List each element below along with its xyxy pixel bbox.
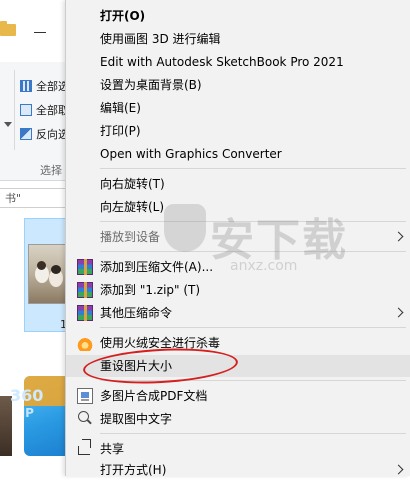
menu-item-label: 编辑(E) — [100, 101, 141, 115]
menu-item-huorong-scan[interactable]: 使用火绒安全进行杀毒 — [66, 332, 410, 354]
menu-item-label: 向左旋转(L) — [100, 200, 165, 214]
file-thumbnail — [28, 244, 70, 304]
text-extract-icon — [78, 411, 89, 422]
zip-icon-subtext: ZIP — [12, 406, 34, 420]
menu-item-merge-to-pdf[interactable]: 多图片合成PDF文档 — [66, 385, 410, 407]
menu-item-edit-paint3d[interactable]: 使用画图 3D 进行编辑 — [66, 28, 410, 50]
select-all-button[interactable]: 全部选 — [20, 78, 69, 94]
huorong-shield-icon — [77, 335, 93, 351]
menu-separator — [100, 433, 406, 434]
menu-item-add-to-zip[interactable]: 添加到 "1.zip" (T) — [66, 279, 410, 301]
menu-item-share[interactable]: 共享 — [66, 438, 410, 460]
menu-item-label: 添加到 "1.zip" (T) — [100, 283, 201, 297]
menu-item-set-desktop-background[interactable]: 设置为桌面背景(B) — [66, 74, 410, 96]
invert-selection-button[interactable]: 反向选 — [20, 126, 69, 142]
watermark-url: anxz.com — [230, 258, 298, 274]
menu-item-open-with[interactable]: 打开方式(H) — [66, 459, 410, 481]
select-all-icon — [20, 80, 32, 92]
chevron-right-icon — [393, 464, 404, 475]
share-icon — [78, 446, 90, 455]
menu-item-label: 提取图中文字 — [100, 412, 173, 426]
winrar-icon — [77, 259, 93, 275]
winrar-icon — [77, 282, 93, 298]
minimize-button[interactable] — [34, 32, 46, 33]
watermark-logo-icon — [164, 204, 206, 252]
menu-item-label: 打印(P) — [100, 124, 141, 138]
menu-item-print[interactable]: 打印(P) — [66, 120, 410, 142]
menu-item-other-compress-commands[interactable]: 其他压缩命令 — [66, 302, 410, 324]
ribbon-divider — [14, 70, 15, 150]
search-input[interactable]: 书" — [0, 188, 70, 208]
chevron-down-icon[interactable] — [4, 122, 12, 127]
menu-item-rotate-right[interactable]: 向右旋转(T) — [66, 173, 410, 195]
invert-selection-icon — [20, 128, 32, 140]
menu-item-label: 多图片合成PDF文档 — [100, 389, 208, 403]
zip-icon-text: 360 — [10, 386, 44, 405]
menu-item-extract-text[interactable]: 提取图中文字 — [66, 408, 410, 430]
watermark: 安下载 anxz.com — [160, 200, 350, 280]
explorer-titlebar — [0, 0, 70, 62]
chevron-right-icon — [393, 307, 404, 318]
menu-item-label: 向右旋转(T) — [100, 177, 165, 191]
winrar-icon — [77, 305, 93, 321]
select-none-button[interactable]: 全部取 — [20, 102, 69, 118]
menu-item-label: 设置为桌面背景(B) — [100, 78, 202, 92]
menu-item-label: 其他压缩命令 — [100, 306, 173, 320]
menu-separator — [100, 327, 406, 328]
menu-item-label: 打开(O) — [100, 9, 146, 23]
menu-item-open-graphics-converter[interactable]: Open with Graphics Converter — [66, 143, 410, 165]
menu-item-label: 共享 — [100, 442, 125, 456]
menu-item-label: Edit with Autodesk SketchBook Pro 2021 — [100, 55, 344, 69]
menu-item-label: Open with Graphics Converter — [100, 147, 282, 161]
menu-item-open[interactable]: 打开(O) — [66, 5, 410, 27]
folder-icon — [0, 21, 16, 36]
menu-item-edit[interactable]: 编辑(E) — [66, 97, 410, 119]
chevron-right-icon — [393, 231, 404, 242]
menu-item-label: 播放到设备 — [100, 230, 161, 244]
ribbon-group-label: 选择 — [40, 164, 62, 177]
menu-item-edit-sketchbook[interactable]: Edit with Autodesk SketchBook Pro 2021 — [66, 51, 410, 73]
select-none-icon — [20, 104, 32, 116]
menu-separator — [100, 168, 406, 169]
explorer-ribbon: 全部选 全部取 反向选 选择 — [0, 62, 70, 181]
file-thumbnail-2[interactable] — [0, 396, 12, 456]
pdf-document-icon — [77, 388, 93, 404]
menu-item-label: 使用画图 3D 进行编辑 — [100, 32, 221, 46]
